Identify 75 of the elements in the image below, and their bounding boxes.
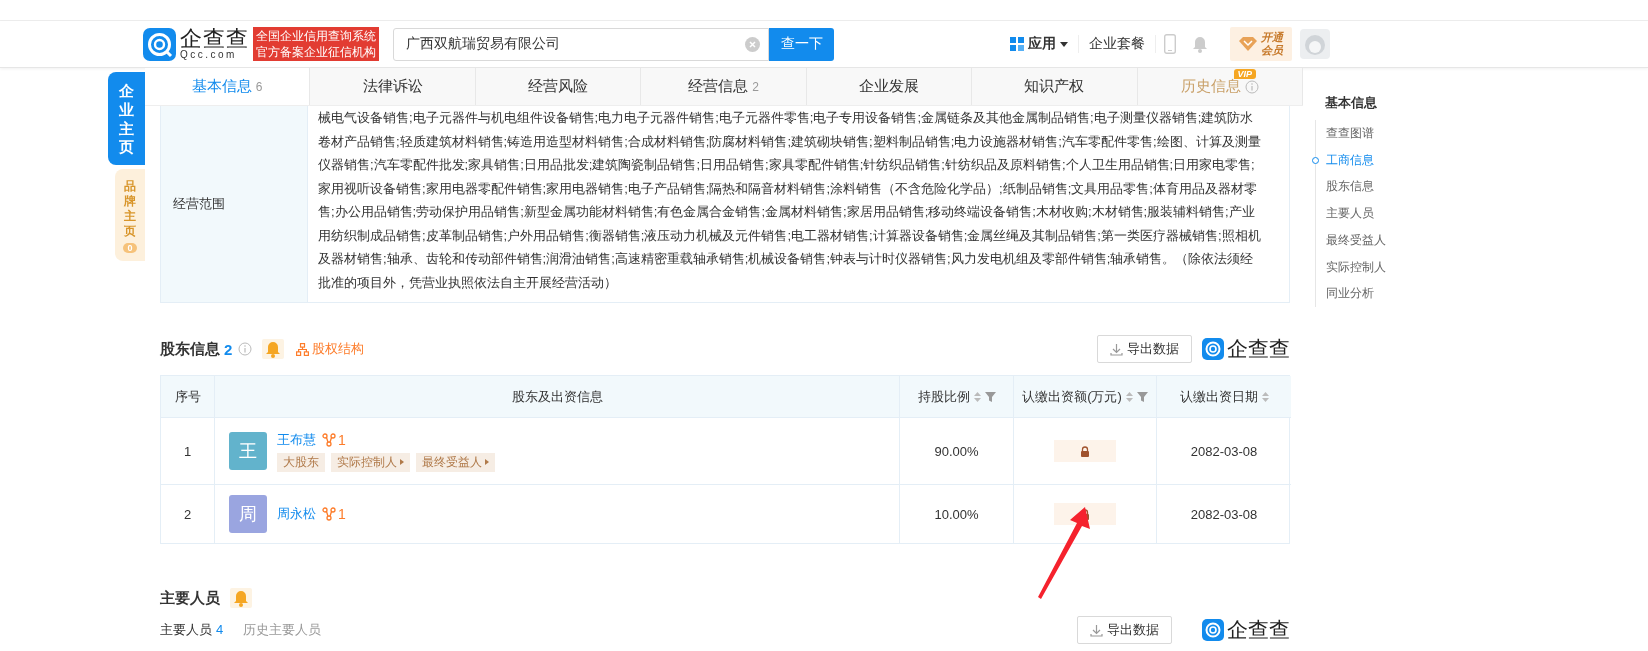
diamond-icon <box>1239 37 1257 51</box>
logo-domain: Qcc.com <box>180 50 238 60</box>
tab[interactable]: 基本信息 6 <box>145 68 311 105</box>
table-cell: 90.00% <box>899 417 1013 484</box>
column-header[interactable]: 认缴出资日期 <box>1156 376 1291 417</box>
download-icon <box>1110 342 1123 356</box>
role-tag[interactable]: 实际控制人 <box>331 452 410 472</box>
column-header: 股东及出资信息 <box>214 376 899 417</box>
table-cell: 1 <box>161 417 214 484</box>
field-label: 经营范围 <box>161 106 308 302</box>
export-data-button[interactable]: 导出数据 <box>1077 616 1172 644</box>
filter-icon <box>1136 391 1148 402</box>
outline-link[interactable]: 股东信息 <box>1316 173 1386 201</box>
brand-logo-icon <box>1202 619 1224 641</box>
relation-graph-icon <box>322 507 336 521</box>
vip-badge: VIP <box>1233 69 1257 79</box>
caret-icon <box>1060 41 1068 47</box>
name-avatar: 周 <box>229 495 267 533</box>
tab[interactable]: 法律诉讼 <box>310 68 476 105</box>
avatar-icon <box>1303 32 1327 56</box>
column-header: 序号 <box>161 376 214 417</box>
side-tab[interactable]: 企业主页 <box>108 72 145 165</box>
export-data-button[interactable]: 导出数据 <box>1097 335 1192 363</box>
table-cell: 10.00% <box>899 484 1013 543</box>
outline-link[interactable]: 同业分析 <box>1316 280 1386 307</box>
structure-icon <box>296 342 310 356</box>
official-badge: 全国企业信用查询系统 官方备案企业征信机构 <box>253 27 379 61</box>
outline-link[interactable]: 实际控制人 <box>1316 253 1386 281</box>
download-icon <box>1090 623 1103 637</box>
outline-link[interactable]: 查查图谱 <box>1316 120 1386 147</box>
logo-icon <box>143 27 176 61</box>
sub-tab[interactable]: 主要人员 4 <box>160 621 224 639</box>
notification-bell-icon[interactable] <box>1192 35 1208 53</box>
shareholder-name-link[interactable]: 王布慧 <box>277 430 316 449</box>
section-title: 股东信息 <box>160 339 220 359</box>
search-button[interactable]: 查一下 <box>769 27 834 61</box>
business-scope-text: 械电气设备销售;电子元器件与机电组件设备销售;电力电子元器件销售;电子元器件零售;电子专用设备销售;金属链条及其他金属制品销售;电子测量仪器销售;建筑防水 卷材产品销售;轻质建筑材料销售;铸造用造型材料销售;合成材料销售;防腐材料销售;建筑砌块销售;塑料制品销售;电力设施器材销售;汽车零配件零售;绘图、计算及测量 仪器销售;汽车零配件批发;家具销售;日用品批发;建筑陶瓷制品销售;日用品销售;家具零配件销售;针纺织品销售;针纺织品及原料销售;个人卫生用品销售;日用家电零售; 家用视听设备销售;家用电器零配件销售;家用电器销售;电子产品销售;隔热和隔音材料销售;涂料销售（不含危险化学品）;纸制品销售;文具用品零售;体育用品及器材零 售;办公用品销售;劳动保护用品销售;新型金属功能材料销售;有色金属合金销售;金属材料销售;家居用品销售;移动终端设备销售;木材收购;木材销售;服装辅料销售;产业 用纺织制成品销售;皮革制品销售;户外用品销售;衡器销售;液压动力机械及元件销售;电工器材销售;计算器设备销售;金属丝绳及其制品销售;第一类医疗器械销售;照相机 及器材销售;轴承、齿轮和传动部件销售;润滑油销售;高速精密重载轴承销售;机械设备销售;钟表与计时仪器销售;风力发电机组及零部件销售;轴承销售。（除依法须经 批准的项目外，凭营业执照依法自主开展经营活动） <box>317 109 1261 292</box>
filter-icon <box>984 391 996 402</box>
info-icon <box>238 342 253 356</box>
column-header[interactable]: 认缴出资额(万元) <box>1013 376 1156 417</box>
user-avatar[interactable] <box>1300 29 1330 59</box>
column-header[interactable]: 持股比例 <box>899 376 1013 417</box>
tab[interactable]: 经营信息 2 <box>641 68 807 105</box>
apps-menu[interactable]: 应用 <box>1000 35 1079 53</box>
phone-icon[interactable] <box>1164 34 1176 54</box>
table-cell: 2082-03-08 <box>1156 484 1291 543</box>
grid-icon <box>1010 37 1024 51</box>
sort-icon <box>1261 391 1269 402</box>
outline-link[interactable]: 最终受益人 <box>1316 226 1386 254</box>
outline-heading: 基本信息 <box>1325 94 1378 112</box>
table-cell: 2082-03-08 <box>1156 417 1291 484</box>
search-field[interactable]: 广西双航瑞贸易有限公司 <box>393 27 769 61</box>
role-tag: 大股东 <box>277 452 325 472</box>
brand-logo-text: 企查查 <box>1227 617 1290 643</box>
table-cell: 2 <box>161 484 214 543</box>
tab[interactable]: 企业发展 <box>806 68 973 105</box>
relation-graph-icon <box>322 432 336 447</box>
lock-icon <box>1080 445 1090 457</box>
tab[interactable]: 经营风险 <box>475 68 642 105</box>
sort-icon <box>1125 391 1133 402</box>
role-tag[interactable]: 最终受益人 <box>416 452 495 472</box>
info-icon <box>1244 79 1259 94</box>
sort-icon <box>973 391 981 402</box>
outline-link[interactable]: 主要人员 <box>1316 200 1386 227</box>
tab[interactable]: 知识产权 <box>972 68 1138 105</box>
name-avatar: 王 <box>229 432 267 470</box>
clear-icon[interactable] <box>745 36 760 52</box>
brand-logo-text: 企查查 <box>1227 336 1290 362</box>
section-count: 2 <box>224 340 233 358</box>
brand-logo-icon <box>1202 338 1224 360</box>
locked-value-badge[interactable] <box>1054 440 1116 462</box>
logo-text: 企查查 <box>180 28 249 50</box>
section-title: 主要人员 <box>160 588 220 608</box>
shareholder-name-link[interactable]: 周永松 <box>277 505 316 523</box>
plans-link[interactable]: 企业套餐 <box>1079 35 1156 53</box>
